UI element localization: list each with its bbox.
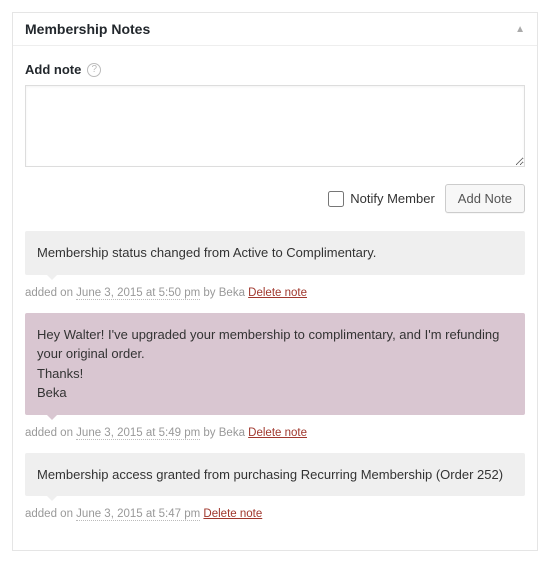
note-meta-prefix: added on: [25, 508, 76, 520]
panel-body: Add note ? Notify Member Add Note Member…: [13, 46, 537, 550]
add-note-button[interactable]: Add Note: [445, 184, 525, 213]
note-meta: added on June 3, 2015 at 5:50 pm by Beka…: [25, 287, 525, 299]
panel-title: Membership Notes: [25, 21, 150, 37]
actions-row: Notify Member Add Note: [25, 184, 525, 213]
note-item: Membership access granted from purchasin…: [25, 453, 525, 521]
add-note-label: Add note: [25, 62, 81, 77]
collapse-icon[interactable]: ▲: [515, 24, 525, 35]
note-date: June 3, 2015 at 5:49 pm: [76, 427, 200, 440]
note-meta-prefix: added on: [25, 287, 76, 299]
panel-header: Membership Notes ▲: [13, 13, 537, 46]
delete-note-link[interactable]: Delete note: [248, 427, 307, 439]
note-content: Membership access granted from purchasin…: [25, 453, 525, 497]
note-item: Hey Walter! I've upgraded your membershi…: [25, 313, 525, 439]
note-date: June 3, 2015 at 5:47 pm: [76, 508, 200, 521]
note-textarea[interactable]: [25, 85, 525, 167]
note-meta: added on June 3, 2015 at 5:47 pm Delete …: [25, 508, 525, 520]
delete-note-link[interactable]: Delete note: [248, 287, 307, 299]
note-content: Hey Walter! I've upgraded your membershi…: [25, 313, 525, 415]
help-icon[interactable]: ?: [87, 63, 101, 77]
note-date: June 3, 2015 at 5:50 pm: [76, 287, 200, 300]
notify-member-checkbox-wrap[interactable]: Notify Member: [328, 191, 435, 207]
notes-list: Membership status changed from Active to…: [25, 231, 525, 520]
note-item: Membership status changed from Active to…: [25, 231, 525, 299]
delete-note-link[interactable]: Delete note: [203, 508, 262, 520]
notify-member-checkbox[interactable]: [328, 191, 344, 207]
notify-member-label: Notify Member: [350, 191, 435, 206]
note-meta: added on June 3, 2015 at 5:49 pm by Beka…: [25, 427, 525, 439]
note-author: by Beka: [200, 427, 248, 439]
note-meta-prefix: added on: [25, 427, 76, 439]
membership-notes-panel: Membership Notes ▲ Add note ? Notify Mem…: [12, 12, 538, 551]
note-author: by Beka: [200, 287, 248, 299]
add-note-label-row: Add note ?: [25, 62, 525, 77]
note-content: Membership status changed from Active to…: [25, 231, 525, 275]
